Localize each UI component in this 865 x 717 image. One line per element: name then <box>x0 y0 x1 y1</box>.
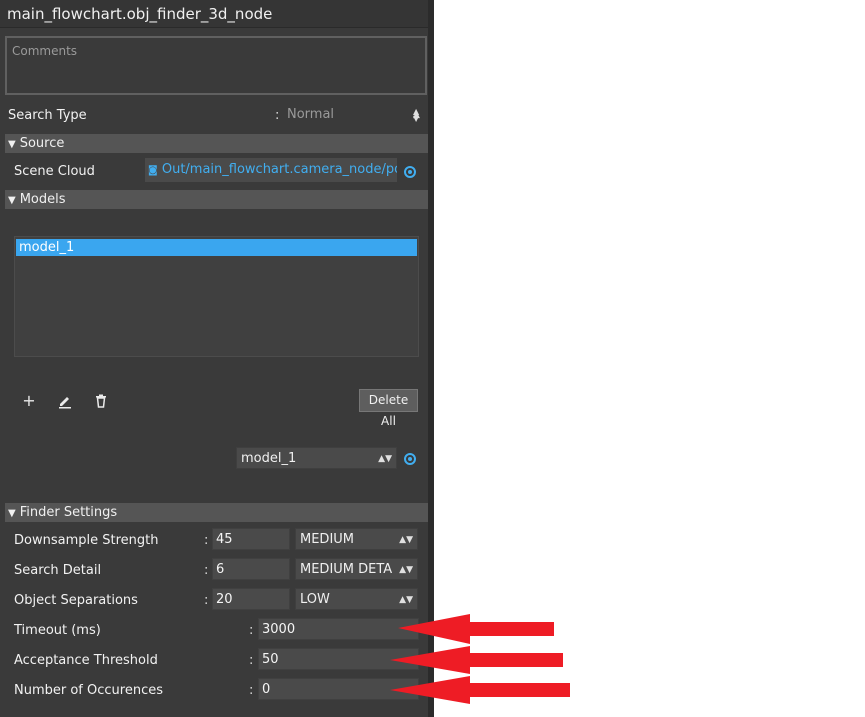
downsample-strength-label: Downsample Strength <box>14 533 159 548</box>
target-icon[interactable] <box>404 453 416 465</box>
select-arrows-icon: ▲▼ <box>378 454 392 464</box>
pencil-icon-svg <box>59 397 71 409</box>
comments-field[interactable]: Comments <box>5 36 427 95</box>
camera-icon: ◙ <box>148 165 158 176</box>
triangle-down-icon: ▼ <box>8 508 16 519</box>
triangle-down-icon: ▼ <box>8 139 16 150</box>
colon: : <box>275 108 280 123</box>
colon: : <box>204 593 209 608</box>
triangle-down-icon: ▼ <box>8 195 16 206</box>
colon: : <box>204 533 209 548</box>
model-select-value: model_1 <box>241 451 297 466</box>
comments-placeholder: Comments <box>12 44 78 58</box>
scene-cloud-link[interactable]: ◙ Out/main_flowchart.camera_node/pointC <box>145 158 397 182</box>
section-models-label: Models <box>19 192 66 207</box>
acceptance-threshold-label: Acceptance Threshold <box>14 653 158 668</box>
search-detail-level: MEDIUM DETA <box>300 562 393 577</box>
trash-icon[interactable] <box>92 393 110 411</box>
section-models[interactable]: ▼ Models <box>5 190 428 209</box>
search-detail-select[interactable]: MEDIUM DETA ▲▼ <box>295 558 418 580</box>
annotation-arrows <box>390 614 570 704</box>
object-separations-level: LOW <box>300 592 330 607</box>
search-detail-input[interactable]: 6 <box>212 558 290 580</box>
models-list[interactable]: model_1 <box>14 236 419 357</box>
section-finder-settings[interactable]: ▼ Finder Settings <box>5 503 428 522</box>
section-finder-settings-label: Finder Settings <box>19 505 118 520</box>
annotation-arrow-icon <box>398 614 554 644</box>
delete-all-button[interactable]: Delete All <box>359 389 418 428</box>
section-source[interactable]: ▼ Source <box>5 134 428 153</box>
list-item[interactable]: model_1 <box>16 239 417 256</box>
annotation-arrow-icon <box>390 646 563 674</box>
search-type-select[interactable]: Normal ▲ <box>287 105 422 125</box>
search-type-value: Normal <box>287 107 335 122</box>
select-arrows-icon: ▲▼ <box>413 107 420 123</box>
scene-cloud-label: Scene Cloud <box>14 164 95 179</box>
object-separations-input[interactable]: 20 <box>212 588 290 610</box>
downsample-strength-select[interactable]: MEDIUM ▲▼ <box>295 528 418 550</box>
node-title: main_flowchart.obj_finder_3d_node <box>0 0 428 28</box>
pencil-icon[interactable] <box>56 393 74 411</box>
plus-icon[interactable]: + <box>20 393 38 411</box>
section-source-label: Source <box>19 136 65 151</box>
downsample-strength-level: MEDIUM <box>300 532 355 547</box>
trash-icon-svg <box>96 394 106 408</box>
target-icon[interactable] <box>404 166 416 178</box>
scene-cloud-value: Out/main_flowchart.camera_node/pointC <box>161 162 397 177</box>
model-select[interactable]: model_1 ▲▼ <box>236 447 397 469</box>
colon: : <box>249 683 254 698</box>
search-detail-label: Search Detail <box>14 563 102 578</box>
object-separations-label: Object Separations <box>14 593 138 608</box>
annotation-arrow-icon <box>390 676 570 704</box>
colon: : <box>204 563 209 578</box>
search-type-label: Search Type <box>8 108 87 123</box>
select-arrows-icon: ▲▼ <box>399 595 413 605</box>
colon: : <box>249 623 254 638</box>
colon: : <box>249 653 254 668</box>
object-separations-select[interactable]: LOW ▲▼ <box>295 588 418 610</box>
downsample-strength-input[interactable]: 45 <box>212 528 290 550</box>
select-arrows-icon: ▲▼ <box>399 565 413 575</box>
timeout-label: Timeout (ms) <box>14 623 101 638</box>
select-arrows-icon: ▲▼ <box>399 535 413 545</box>
number-of-occurences-label: Number of Occurences <box>14 683 163 698</box>
